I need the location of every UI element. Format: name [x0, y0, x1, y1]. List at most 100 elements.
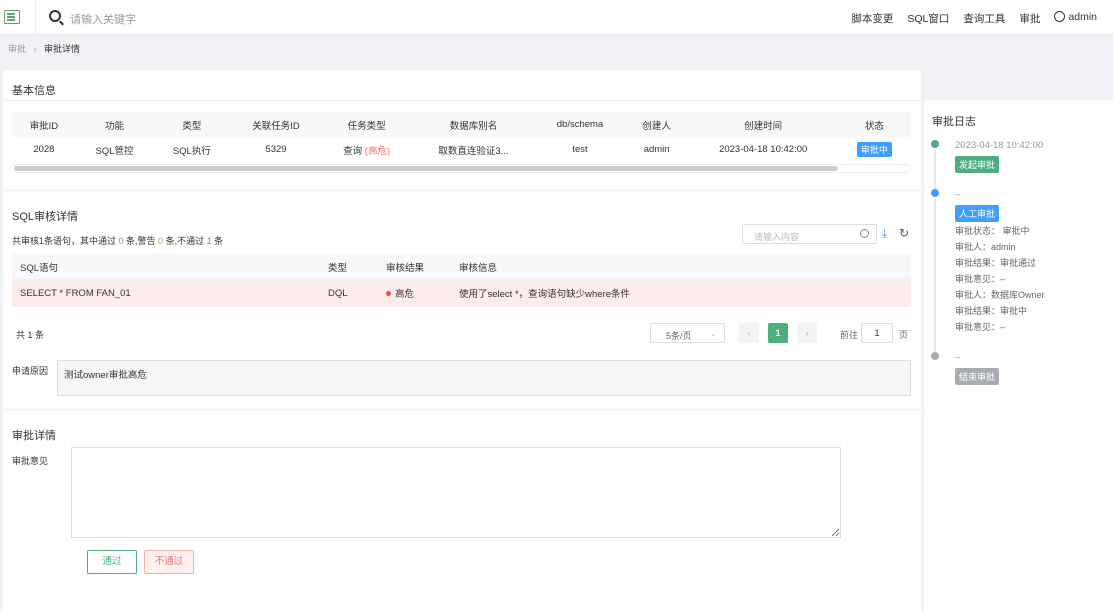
review-result-text: 高危 [395, 289, 415, 300]
col-header: 审核信息 [459, 262, 498, 274]
log-time: 2023-04-18 10:42:00 [955, 140, 1044, 151]
basic-info-table: 审批ID 功能 类型 关联任务ID 任务类型 数据库别名 db/schema 创… [12, 112, 911, 162]
col-header: 类型 [182, 120, 202, 132]
nav-script-change[interactable]: 脚本变更 [851, 11, 893, 26]
task-type-text: 查询 [343, 145, 363, 157]
col-header: 任务类型 [347, 120, 386, 132]
col-header: 审核结果 [386, 262, 425, 274]
next-page-button[interactable]: › [797, 323, 817, 343]
log-line: 审批结果：审批通过 [955, 258, 1037, 268]
log-line: 审批人：数据库Owner [955, 290, 1045, 300]
breadcrumb-parent[interactable]: 审批 [8, 44, 26, 54]
timeline-dot [931, 352, 939, 360]
nav-approval[interactable]: 审批 [1019, 11, 1040, 26]
log-tag-start: 发起审批 [955, 156, 1000, 173]
chevron-down-icon: ⌄ [709, 328, 717, 338]
page-size-select[interactable]: 5条/页 ⌄ [650, 323, 725, 343]
log-line: 审批结果：审批中 [955, 306, 1028, 316]
table-header-row: SQL语句 类型 审核结果 审核信息 [12, 254, 911, 279]
goto-page-input[interactable]: 1 [861, 323, 893, 343]
approval-log-title: 审批日志 [932, 116, 976, 128]
cell-function: SQL管控 [95, 145, 134, 157]
summary-text: 共审核1条语句，其中通过 [12, 236, 119, 246]
pagination-total: 共 1 条 [16, 330, 45, 340]
log-tag-manual: 人工审批 [955, 205, 1000, 222]
col-header: 数据库别名 [449, 120, 498, 132]
nav-sql-window[interactable]: SQL窗口 [907, 11, 949, 26]
log-tag-end: 结束审批 [955, 368, 1000, 385]
divider [3, 100, 921, 101]
divider [35, 0, 36, 35]
user-icon [1054, 11, 1066, 22]
divider [3, 409, 921, 410]
page-number-button[interactable]: 1 [768, 323, 788, 343]
log-line: 审批状态： 审批中 [955, 226, 1030, 236]
cell-review-result: 高危 [378, 279, 451, 307]
user-menu[interactable]: admin [1054, 11, 1097, 26]
divider [3, 190, 921, 191]
cell-task-id-link[interactable]: 5329 [231, 137, 322, 162]
table-row[interactable]: SELECT * FROM FAN_01 DQL 高危 使用了select *，… [12, 279, 911, 307]
log-time: – [955, 189, 961, 199]
page-unit-label: 页 [899, 330, 909, 340]
col-header: 关联任务ID [252, 120, 300, 132]
cell-creator: admin [643, 144, 670, 155]
col-header: SQL语句 [20, 262, 59, 274]
prev-page-button[interactable]: ‹ [739, 323, 759, 343]
horizontal-scrollbar-thumb[interactable] [14, 166, 838, 171]
cell-task-type: 查询 (高危) [322, 137, 412, 162]
cell-approval-id: 2028 [33, 144, 55, 155]
sql-review-summary: 共审核1条语句，其中通过 0 条,警告 0 条,不通过 1 条 [12, 234, 223, 247]
sql-search-placeholder: 请输入内容 [754, 232, 800, 242]
status-badge: 审批中 [856, 142, 892, 157]
cell-sql-statement[interactable]: SELECT * FROM FAN_01 [12, 279, 320, 307]
task-level-text: (高危) [364, 145, 391, 157]
approval-log-panel [924, 100, 1113, 611]
approve-button[interactable]: 通过 [87, 550, 137, 574]
menu-fold-icon[interactable] [4, 10, 20, 24]
risk-dot-icon [386, 291, 391, 296]
summary-text: 条 [211, 236, 224, 246]
page-size-value: 5条/页 [666, 331, 692, 341]
table-header-row: 审批ID 功能 类型 关联任务ID 任务类型 数据库别名 db/schema 创… [12, 112, 911, 137]
summary-text: 条,不通过 [163, 236, 207, 246]
approval-title: 审批详情 [12, 430, 56, 442]
basic-info-title: 基本信息 [12, 85, 56, 97]
cell-db-alias: 取数直连验证3... [438, 145, 509, 157]
timeline-dot [931, 140, 939, 148]
reason-textarea: 测试owner审批高危 [57, 360, 911, 396]
col-header: 审批ID [29, 120, 59, 132]
nav-query-tool[interactable]: 查询工具 [963, 11, 1005, 26]
cell-type: SQL执行 [172, 145, 211, 157]
download-icon[interactable]: ⤓ [882, 226, 887, 241]
cell-review-info: 使用了select *，查询语句缺少where条件 [459, 289, 631, 300]
sql-review-table: SQL语句 类型 审核结果 审核信息 SELECT * FROM FAN_01 … [12, 254, 911, 307]
cell-status: 审批中 [838, 137, 911, 162]
breadcrumb: 审批 › 审批详情 [8, 42, 80, 55]
top-bar: 请输入关键字 脚本变更 SQL窗口 查询工具 审批 admin [0, 0, 1113, 35]
search-icon[interactable] [49, 10, 61, 22]
search-icon[interactable] [860, 229, 869, 238]
sql-search-input[interactable]: 请输入内容 [742, 224, 877, 244]
breadcrumb-separator-icon: › [28, 44, 42, 54]
opinion-textarea[interactable] [71, 447, 841, 538]
col-header: 创建人 [642, 120, 671, 132]
col-header: 类型 [328, 262, 348, 274]
col-header: 创建时间 [744, 120, 783, 132]
opinion-label: 审批意见 [12, 456, 49, 466]
cell-schema: test [572, 144, 588, 155]
goto-label: 前往 [840, 330, 859, 340]
col-header: 功能 [104, 120, 124, 132]
log-time: – [955, 352, 961, 362]
top-nav: 脚本变更 SQL窗口 查询工具 审批 admin [851, 11, 1097, 26]
log-line: 审批人：admin [955, 242, 1016, 252]
user-name: admin [1068, 11, 1097, 23]
global-search-input[interactable]: 请输入关键字 [70, 11, 136, 27]
col-header: db/schema [556, 119, 604, 130]
cell-created-time: 2023-04-18 10:42:00 [719, 144, 808, 155]
reject-button[interactable]: 不通过 [144, 550, 194, 574]
refresh-icon[interactable]: ↻ [899, 226, 909, 240]
reason-label: 申请原因 [12, 366, 49, 376]
breadcrumb-current: 审批详情 [44, 44, 81, 54]
col-header: 状态 [864, 120, 884, 132]
